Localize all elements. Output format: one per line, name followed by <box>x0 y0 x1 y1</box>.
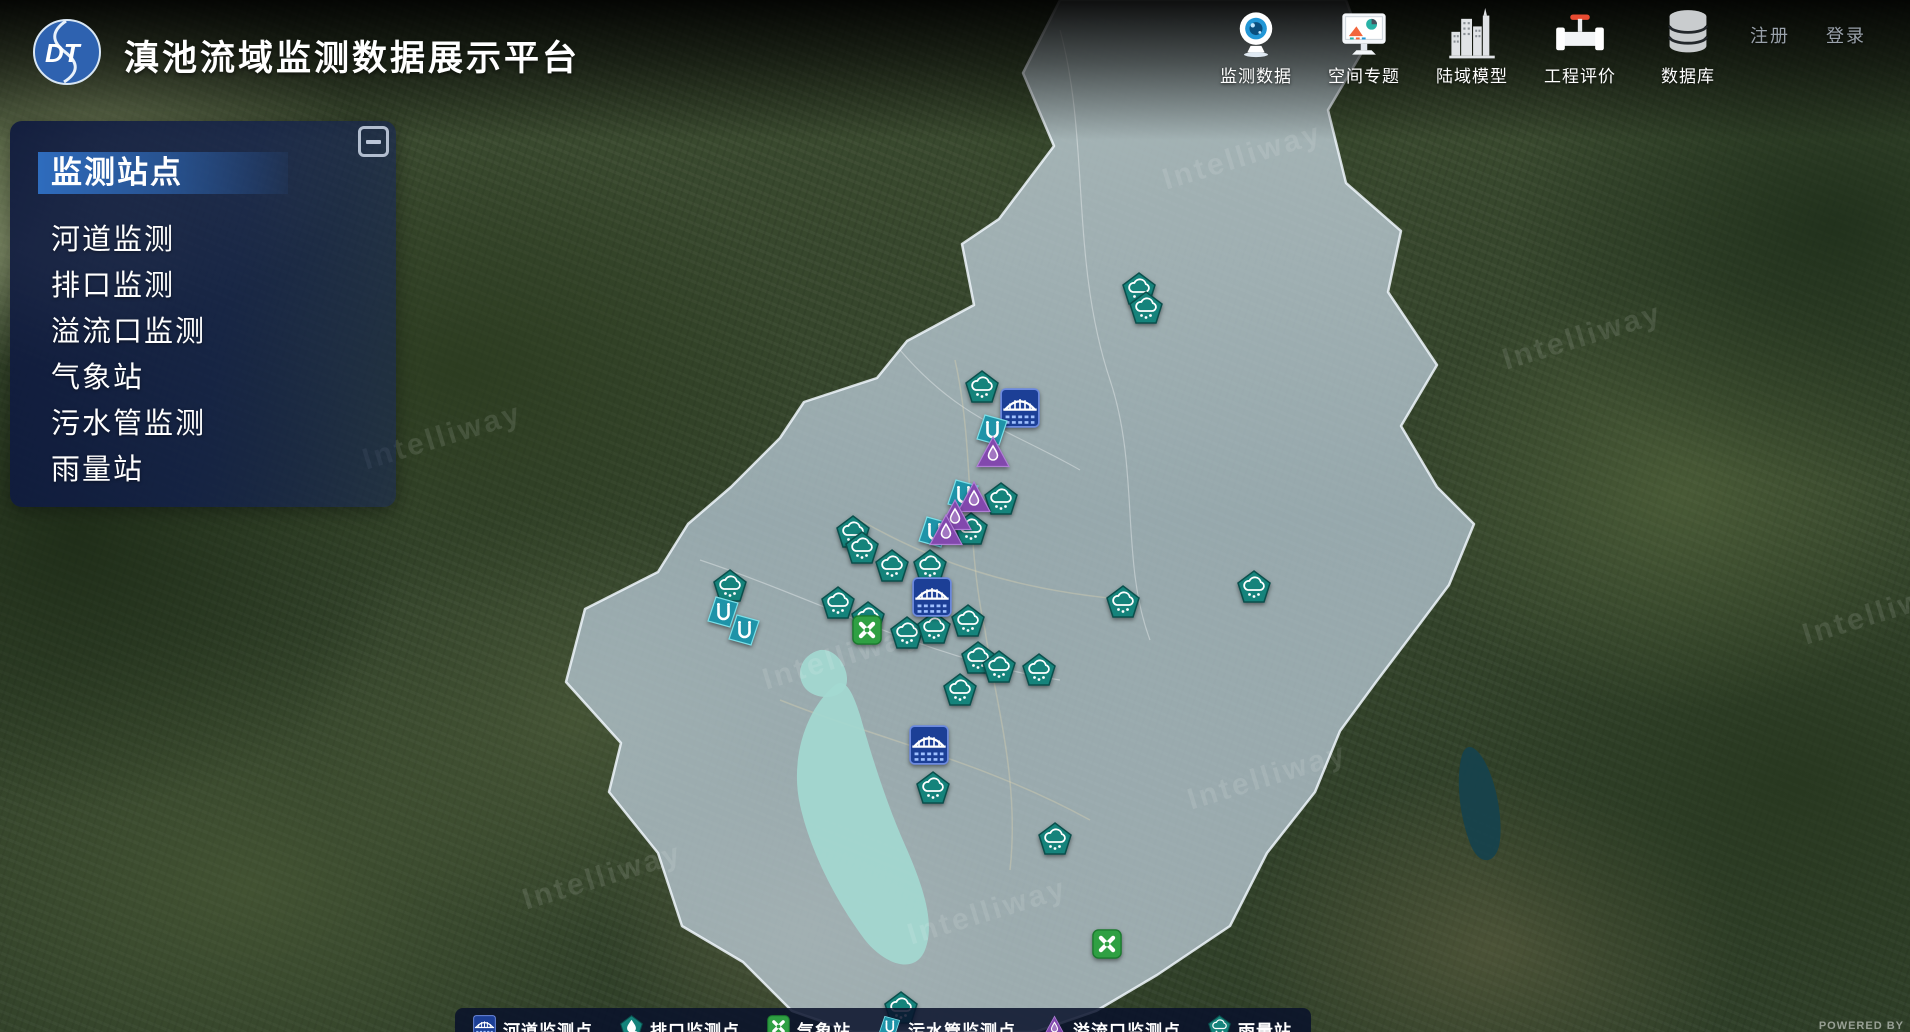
nav-item-monitor[interactable]: 空间专题 <box>1310 4 1418 87</box>
app-root: IntelliwayIntelliwayIntelliwayIntelliway… <box>0 0 1910 1032</box>
legend-label: 气象站 <box>797 1017 851 1032</box>
legend-label: 污水管监测点 <box>908 1017 1016 1032</box>
basin-polygon <box>566 0 1474 1032</box>
rain-station-marker[interactable] <box>965 370 999 404</box>
overflow-station-marker[interactable] <box>976 435 1010 469</box>
legend-item-outfall: 排口监测点 <box>620 1015 740 1032</box>
sidebar-item[interactable]: 雨量站 <box>51 447 206 493</box>
river-station-marker[interactable] <box>912 577 952 617</box>
rain-station-marker[interactable] <box>845 531 879 565</box>
lake-yangzonghai <box>1459 747 1501 860</box>
sidebar-item[interactable]: 河道监测 <box>51 217 206 263</box>
sidebar-item[interactable]: 排口监测 <box>51 263 206 309</box>
legend-item-weather: 气象站 <box>767 1015 851 1032</box>
logo-text: DT <box>45 38 82 68</box>
legend-label: 排口监测点 <box>650 1017 740 1032</box>
overflow-marker-icon <box>1043 1015 1066 1032</box>
top-header: DT 滇池流域监测数据展示平台 监测数据 空间专题 <box>0 0 1910 96</box>
rain-station-marker[interactable] <box>916 771 950 805</box>
monitoring-stations-panel: 监测站点 河道监测排口监测溢流口监测气象站污水管监测雨量站 <box>10 121 396 507</box>
legend-item-rain: 雨量站 <box>1208 1015 1292 1032</box>
nav-item-label: 工程评价 <box>1544 62 1616 87</box>
weather-marker-icon <box>767 1015 790 1032</box>
monitor-icon <box>1338 8 1390 60</box>
overflow-station-marker[interactable] <box>929 513 963 547</box>
legend-item-river: 河道监测点 <box>473 1015 593 1032</box>
valve-icon <box>1554 8 1606 60</box>
legend-item-overflow: 溢流口监测点 <box>1043 1015 1181 1032</box>
weather-station-marker[interactable] <box>852 615 882 645</box>
outfall-marker-icon <box>620 1015 643 1032</box>
database-icon <box>1662 8 1714 60</box>
nav-item-label: 陆域模型 <box>1436 62 1508 87</box>
rain-station-marker[interactable] <box>875 549 909 583</box>
page-title: 滇池流域监测数据展示平台 <box>124 30 580 81</box>
legend-label: 溢流口监测点 <box>1073 1017 1181 1032</box>
rain-station-marker[interactable] <box>1038 822 1072 856</box>
rain-station-marker[interactable] <box>1106 585 1140 619</box>
buildings-icon <box>1446 8 1498 60</box>
rain-station-marker[interactable] <box>951 604 985 638</box>
platform-logo[interactable]: DT <box>32 16 102 86</box>
river-marker-icon <box>473 1015 496 1032</box>
rain-station-marker[interactable] <box>943 673 977 707</box>
login-link[interactable]: 登录 <box>1826 22 1866 48</box>
nav-item-label: 监测数据 <box>1220 62 1292 87</box>
sidebar-item[interactable]: 污水管监测 <box>51 401 206 447</box>
rain-station-marker[interactable] <box>821 586 855 620</box>
panel-menu: 河道监测排口监测溢流口监测气象站污水管监测雨量站 <box>51 217 206 493</box>
nav-item-label: 空间专题 <box>1328 62 1400 87</box>
river-station-marker[interactable] <box>909 725 949 765</box>
powered-by-credit: POWERED BY <box>1819 1020 1904 1032</box>
pipe-station-marker[interactable] <box>727 613 761 647</box>
rain-station-marker[interactable] <box>982 650 1016 684</box>
map-legend: 河道监测点 排口监测点 气象站 污水管监测点 溢流口监测点 雨量站 <box>455 1008 1311 1032</box>
minus-icon <box>366 140 381 144</box>
rain-station-marker[interactable] <box>1237 570 1271 604</box>
panel-title[interactable]: 监测站点 <box>38 152 288 194</box>
nav-item-label: 数据库 <box>1661 62 1715 87</box>
nav-item-database[interactable]: 数据库 <box>1634 4 1742 87</box>
panel-minimize-button[interactable] <box>358 126 389 157</box>
register-link[interactable]: 注册 <box>1750 22 1790 48</box>
nav-item-camera[interactable]: 监测数据 <box>1202 4 1310 87</box>
weather-station-marker[interactable] <box>1092 929 1122 959</box>
nav-item-buildings[interactable]: 陆域模型 <box>1418 4 1526 87</box>
sidebar-item[interactable]: 溢流口监测 <box>51 309 206 355</box>
rain-marker-icon <box>1208 1015 1231 1032</box>
main-nav: 监测数据 空间专题 陆域模型 工程评价 <box>1202 4 1910 87</box>
sidebar-item[interactable]: 气象站 <box>51 355 206 401</box>
rain-station-marker[interactable] <box>1022 653 1056 687</box>
legend-item-pipe: 污水管监测点 <box>878 1015 1016 1032</box>
rain-station-marker[interactable] <box>1129 291 1163 325</box>
legend-label: 雨量站 <box>1238 1017 1292 1032</box>
nav-item-valve[interactable]: 工程评价 <box>1526 4 1634 87</box>
pipe-marker-icon <box>878 1015 901 1032</box>
legend-label: 河道监测点 <box>503 1017 593 1032</box>
camera-icon <box>1230 8 1282 60</box>
